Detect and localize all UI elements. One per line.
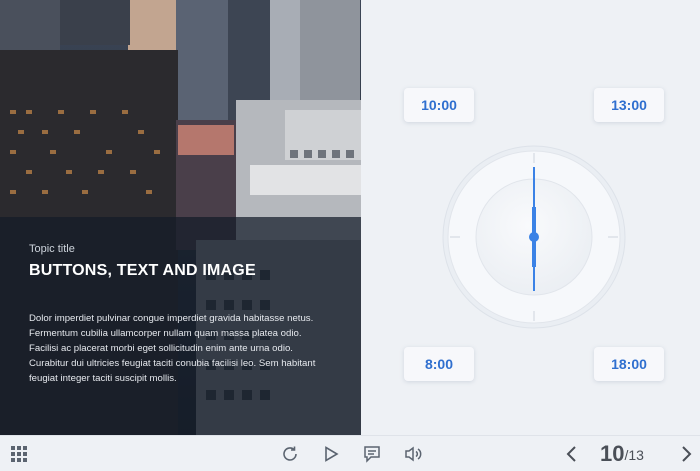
- grid-icon: [11, 445, 27, 462]
- chat-icon: [364, 445, 380, 463]
- replay-icon: [283, 446, 297, 461]
- replay-button[interactable]: [277, 436, 303, 471]
- total-pages: /13: [624, 447, 644, 463]
- chevron-right-icon: [682, 445, 692, 462]
- clock-dial[interactable]: [442, 145, 626, 329]
- page-indicator: 10 /13: [600, 436, 644, 471]
- page-heading: BUTTONS, TEXT AND IMAGE: [29, 262, 256, 279]
- current-page: 10: [600, 440, 625, 466]
- audio-button[interactable]: [400, 436, 426, 471]
- play-button[interactable]: [318, 436, 344, 471]
- time-button-13-00[interactable]: 13:00: [594, 88, 664, 122]
- chevron-left-icon: [566, 445, 576, 462]
- previous-page-button[interactable]: [560, 436, 584, 471]
- time-button-18-00[interactable]: 18:00: [594, 347, 664, 381]
- body-paragraph: Dolor imperdiet pulvinar congue imperdie…: [29, 313, 316, 384]
- play-icon: [325, 445, 339, 462]
- time-button-8-00[interactable]: 8:00: [404, 347, 474, 381]
- topic-title: Topic title: [29, 243, 75, 255]
- time-button-10-00[interactable]: 10:00: [404, 88, 474, 122]
- menu-grid-button[interactable]: [6, 436, 32, 471]
- speaker-icon: [405, 446, 422, 461]
- player-toolbar: 10 /13: [0, 435, 700, 471]
- next-page-button[interactable]: [674, 436, 698, 471]
- notes-button[interactable]: [359, 436, 385, 471]
